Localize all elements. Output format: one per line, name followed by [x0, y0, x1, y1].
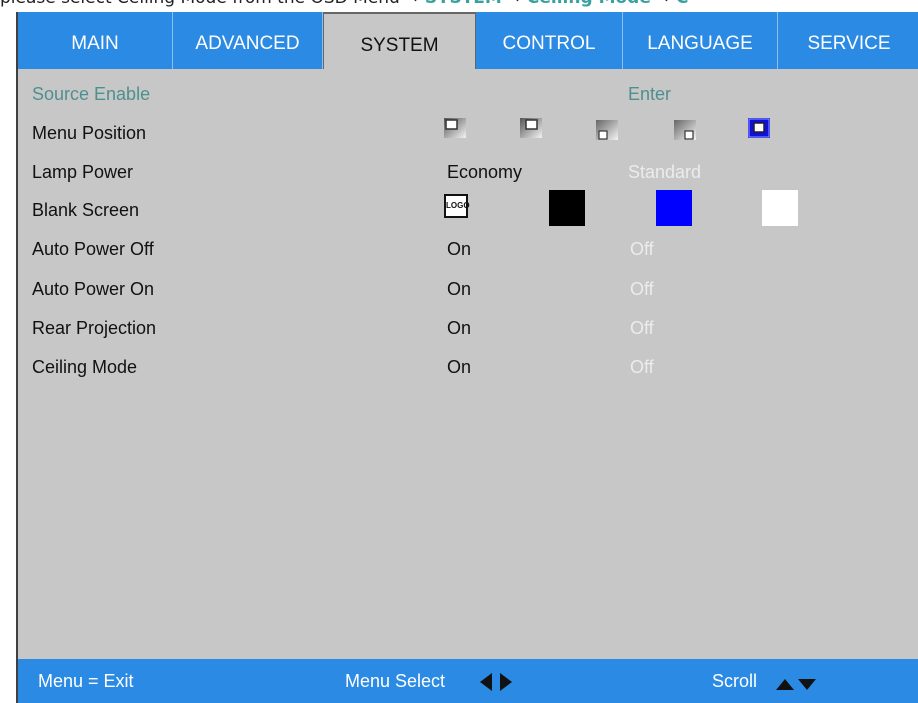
- caption-sep-3: →: [651, 0, 676, 8]
- menu-position-label: Menu Position: [32, 123, 147, 143]
- caption-prefix: please select Ceiling Mode from the OSD …: [0, 0, 400, 8]
- caption-tail: C: [676, 0, 688, 8]
- caption-path-system: SYSTEM: [425, 0, 502, 8]
- menu-position-center-icon[interactable]: [748, 118, 770, 138]
- footer-bar: Menu = Exit Menu Select Scroll: [18, 659, 918, 703]
- ceiling-mode-label: Ceiling Mode: [32, 357, 138, 377]
- lamp-power-standard[interactable]: Standard: [628, 162, 701, 183]
- lamp-power-label: Lamp Power: [32, 162, 134, 182]
- tab-bar: MAIN ADVANCED SYSTEM CONTROL LANGUAGE SE…: [18, 12, 918, 69]
- auto-power-off-on[interactable]: On: [447, 239, 471, 260]
- rear-projection-label: Rear Projection: [32, 318, 157, 338]
- tab-main[interactable]: MAIN: [18, 12, 173, 69]
- menu-position-top-center-icon[interactable]: [520, 118, 542, 138]
- source-enable-enter[interactable]: Enter: [628, 84, 671, 105]
- blank-screen-black[interactable]: [549, 190, 585, 226]
- rear-projection-on[interactable]: On: [447, 318, 471, 339]
- footer-scroll-hint: Scroll: [712, 671, 758, 691]
- ceiling-mode-on[interactable]: On: [447, 357, 471, 378]
- up-down-arrows-icon: [776, 675, 818, 696]
- caption-sep-1: →: [400, 0, 425, 8]
- menu-position-bottom-left-icon[interactable]: [596, 120, 618, 140]
- auto-power-off-off[interactable]: Off: [630, 239, 654, 260]
- tab-language[interactable]: LANGUAGE: [623, 12, 778, 69]
- blank-screen-logo[interactable]: LOGO: [444, 194, 470, 218]
- auto-power-on-label: Auto Power On: [32, 279, 155, 299]
- footer-exit-hint: Menu = Exit: [38, 671, 134, 691]
- menu-position-bottom-right-icon[interactable]: [674, 120, 696, 140]
- auto-power-off-label: Auto Power Off: [32, 239, 154, 259]
- caption-path-ceiling: Ceiling Mode: [527, 0, 651, 8]
- caption-sep-2: →: [502, 0, 527, 8]
- blank-screen-label: Blank Screen: [32, 200, 140, 220]
- source-enable-label: Source Enable: [32, 84, 151, 104]
- blank-screen-white[interactable]: [762, 190, 798, 226]
- auto-power-on-off[interactable]: Off: [630, 279, 654, 300]
- blank-screen-blue[interactable]: [656, 190, 692, 226]
- tab-control[interactable]: CONTROL: [476, 12, 623, 69]
- rear-projection-off[interactable]: Off: [630, 318, 654, 339]
- tab-advanced[interactable]: ADVANCED: [173, 12, 323, 69]
- left-right-arrows-icon: [478, 673, 514, 696]
- menu-position-top-left-icon[interactable]: [444, 118, 466, 138]
- instruction-caption: please select Ceiling Mode from the OSD …: [0, 0, 918, 9]
- footer-select-hint: Menu Select: [345, 671, 446, 691]
- lamp-power-economy[interactable]: Economy: [447, 162, 522, 183]
- tab-service[interactable]: SERVICE: [778, 12, 918, 69]
- osd-menu: MAIN ADVANCED SYSTEM CONTROL LANGUAGE SE…: [16, 12, 918, 703]
- auto-power-on-on[interactable]: On: [447, 279, 471, 300]
- tab-system[interactable]: SYSTEM: [323, 12, 476, 69]
- ceiling-mode-off[interactable]: Off: [630, 357, 654, 378]
